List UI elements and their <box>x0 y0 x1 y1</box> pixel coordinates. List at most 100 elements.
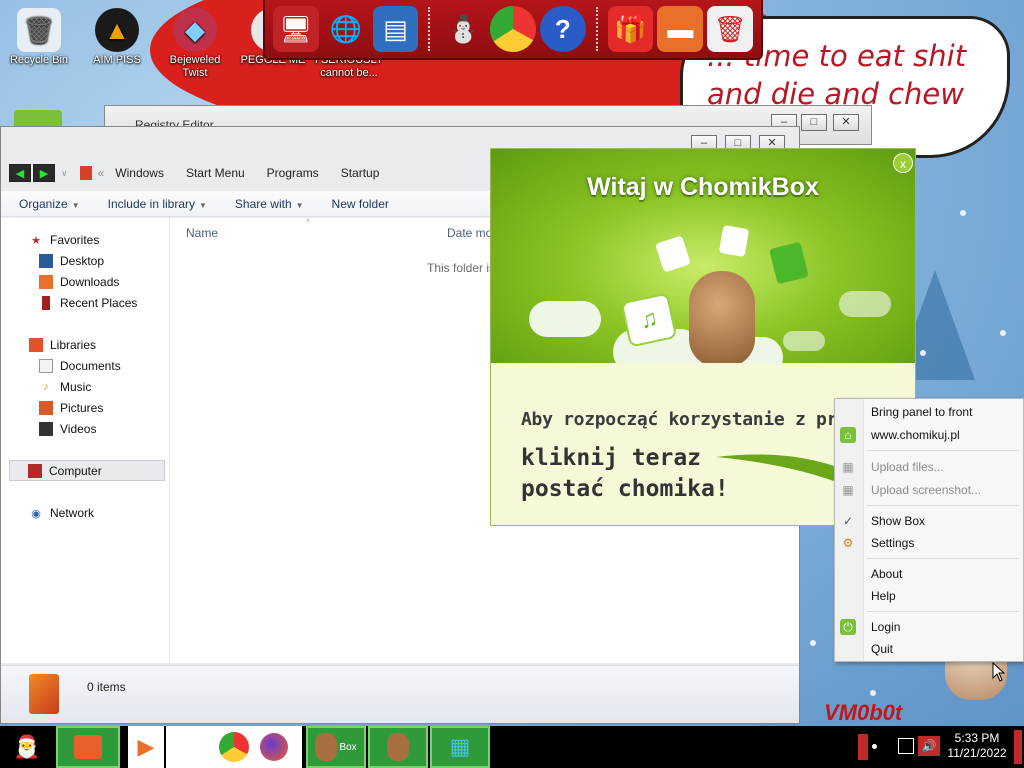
taskbar-firefox-button[interactable] <box>252 726 296 768</box>
globe-icon[interactable]: 🌐 <box>323 6 369 52</box>
breadcrumb-startup[interactable]: Startup <box>330 166 391 180</box>
recycle-bin-icon[interactable]: 🗑 <box>707 6 754 52</box>
menu-separator <box>867 611 1019 612</box>
navigation-pane: ★ Favorites Desktop Downloads Recent Plac… <box>1 218 169 663</box>
menu-item-help[interactable]: Help <box>835 585 1023 607</box>
firefox-icon <box>260 733 288 761</box>
show-hidden-icons-icon[interactable] <box>858 734 868 760</box>
menu-item-website[interactable]: ⌂ www.chomikuj.pl <box>835 424 1023 446</box>
desktop-icon-aim[interactable]: ▲ AIM PISS <box>80 2 154 67</box>
pictures-icon <box>39 401 53 415</box>
taskbar-media-player-button[interactable]: ▶ <box>128 726 164 768</box>
dropdown-arrow-icon: ▼ <box>295 200 304 210</box>
nav-libraries[interactable]: Libraries <box>29 335 96 355</box>
desktop-icon-bejeweled[interactable]: ◆ Bejeweled Twist <box>158 2 232 80</box>
nav-desktop[interactable]: Desktop <box>39 251 104 271</box>
chrome-like-icon[interactable] <box>490 6 536 52</box>
sort-arrow-icon: ^ <box>306 218 310 227</box>
breadcrumb-overflow-icon[interactable]: « <box>98 166 105 180</box>
snowflake <box>960 210 966 216</box>
taskbar-regedit-button[interactable]: ▦ <box>430 726 490 768</box>
maximize-button[interactable]: □ <box>801 114 827 131</box>
menu-item-upload-screenshot[interactable]: ▦ Upload screenshot... <box>835 479 1023 501</box>
menu-item-login[interactable]: ⏻ Login <box>835 616 1023 638</box>
include-in-library-button[interactable]: Include in library ▼ <box>108 197 207 211</box>
new-folder-button[interactable]: New folder <box>332 197 389 211</box>
nav-label: Videos <box>60 422 97 436</box>
registry-icon: ▦ <box>449 734 471 759</box>
desktop-icon-label: AIM PISS <box>93 54 141 66</box>
nav-label: Computer <box>49 463 102 478</box>
volume-icon[interactable]: 🔊 <box>918 736 940 756</box>
show-desktop-button[interactable] <box>1014 730 1022 764</box>
taskbar-chomikbox-panel-button[interactable] <box>368 726 428 768</box>
menu-item-about[interactable]: About <box>835 563 1023 585</box>
nav-music[interactable]: ♪ Music <box>39 377 91 397</box>
include-in-library-label: Include in library <box>107 196 195 211</box>
breadcrumb-start-menu[interactable]: Start Menu <box>175 166 256 180</box>
column-header-name[interactable]: Name <box>186 226 218 240</box>
help-icon[interactable]: ? <box>539 6 586 52</box>
network-icon: ◉ <box>31 507 41 520</box>
clock[interactable]: 5:33 PM 11/21/2022 <box>942 731 1012 761</box>
column-header-date-modified[interactable]: Date mo <box>447 226 492 240</box>
taskbar-chomikbox-button[interactable]: Box <box>306 726 366 768</box>
menu-item-label: Show Box <box>871 514 926 528</box>
documents-icon <box>39 359 53 373</box>
breadcrumb-windows[interactable]: Windows <box>104 166 175 180</box>
close-button[interactable]: ✕ <box>833 114 859 131</box>
breadcrumb-programs[interactable]: Programs <box>256 166 330 180</box>
menu-item-label: About <box>871 567 903 581</box>
cloud-decoration <box>839 291 891 317</box>
nav-label: Downloads <box>60 275 120 289</box>
cloud-decoration <box>529 301 601 337</box>
menu-item-settings[interactable]: ⚙ Settings <box>835 532 1023 554</box>
menu-item-upload-files[interactable]: ▦ Upload files... <box>835 456 1023 478</box>
nav-network[interactable]: ◉ Network <box>29 503 94 523</box>
dropdown-arrow-icon: ▼ <box>199 200 207 210</box>
network-tray-icon[interactable] <box>898 738 914 754</box>
snowman-icon[interactable]: ⛄ <box>440 6 486 52</box>
instruction-hamster-figure: postać chomika! <box>521 476 729 502</box>
menu-item-label: Help <box>871 589 896 603</box>
share-with-button[interactable]: Share with ▼ <box>235 197 304 211</box>
login-icon: ⏻ <box>840 619 856 635</box>
menu-item-bring-panel-to-front[interactable]: Bring panel to front <box>835 401 1023 423</box>
nav-favorites[interactable]: ★ Favorites <box>29 230 99 250</box>
nav-pictures[interactable]: Pictures <box>39 398 103 418</box>
nav-label: Music <box>60 380 92 394</box>
taskbar-explorer-button[interactable] <box>56 726 120 768</box>
nav-label: Desktop <box>60 254 105 268</box>
organize-button[interactable]: Organize ▼ <box>19 197 80 211</box>
menu-item-quit[interactable]: Quit <box>835 638 1023 660</box>
forward-button[interactable]: ▶ <box>33 164 55 182</box>
forward-arrow-icon: ▶ <box>39 167 49 180</box>
recent-pages-chevron-icon[interactable]: ∨ <box>61 168 68 179</box>
share-with-label: Share with <box>234 196 292 211</box>
nav-documents[interactable]: Documents <box>39 356 121 376</box>
menu-item-label: Settings <box>871 536 915 550</box>
network-icon[interactable]: ▤ <box>372 6 419 52</box>
mouse-cursor-icon <box>992 662 1006 682</box>
libraries-icon <box>29 338 43 352</box>
gift-icon[interactable]: 🎁 <box>607 6 654 52</box>
box-label: Box <box>339 741 357 753</box>
menu-item-show-box[interactable]: ✓ Show Box <box>835 510 1023 532</box>
close-icon[interactable]: x <box>893 153 913 173</box>
folder-icon[interactable]: ▬ <box>657 6 704 52</box>
christmas-monitor-icon[interactable]: 🖥 <box>273 6 319 52</box>
nav-label: Favorites <box>50 233 100 247</box>
back-button[interactable]: ◀ <box>9 164 31 182</box>
nav-videos[interactable]: Videos <box>39 419 96 439</box>
start-button[interactable]: 🎅 <box>2 726 52 768</box>
desktop-icon-recycle-bin[interactable]: 🗑 Recycle Bin <box>2 2 76 67</box>
nav-downloads[interactable]: Downloads <box>39 272 119 292</box>
nav-computer[interactable]: Computer <box>9 460 165 481</box>
santa-icon: 🎅 <box>13 734 41 759</box>
nav-recent-places[interactable]: Recent Places <box>39 293 137 313</box>
cloud-decoration <box>783 331 825 351</box>
hamster-mascot[interactable] <box>689 271 755 363</box>
home-icon: ⌂ <box>840 427 856 443</box>
taskbar: 🎅 ▶ Box ▦ 🔊 5:33 PM 11/21/2022 <box>0 726 1024 768</box>
menu-item-label: Quit <box>871 642 894 656</box>
